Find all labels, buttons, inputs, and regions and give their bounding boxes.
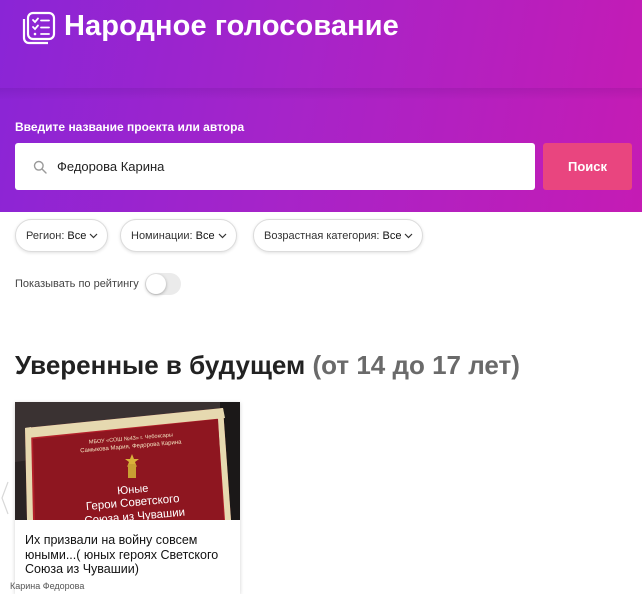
nomination-filter-label: Номинации: xyxy=(131,229,193,242)
rating-toggle-row: Показывать по рейтингу xyxy=(15,273,181,295)
search-input[interactable] xyxy=(57,151,517,182)
project-thumbnail[interactable]: МБОУ «СОШ №43» г. Чебоксары Самыкова Мар… xyxy=(15,402,240,520)
nomination-filter-value: Все xyxy=(195,229,215,242)
region-filter-value: Все xyxy=(67,229,87,242)
section-title: Уверенные в будущем (от 14 до 17 лет) xyxy=(15,350,520,381)
ballot-list-icon xyxy=(22,11,56,45)
chevron-down-icon xyxy=(218,233,227,238)
toggle-knob xyxy=(145,274,166,294)
header-divider xyxy=(0,88,642,100)
chevron-down-icon xyxy=(405,233,413,238)
region-filter-label: Регион: xyxy=(26,229,65,242)
search-label: Введите название проекта или автора xyxy=(15,120,245,134)
chevron-down-icon xyxy=(89,233,98,238)
project-author: Карина Федорова xyxy=(10,581,85,591)
chevron-left-icon[interactable] xyxy=(0,478,10,518)
nomination-filter[interactable]: Номинации: Все xyxy=(120,219,237,252)
age-category-filter-label: Возрастная категория: xyxy=(264,229,380,242)
section-title-main: Уверенные в будущем xyxy=(15,350,306,380)
app-title: Народное голосование xyxy=(64,10,399,42)
region-filter[interactable]: Регион: Все xyxy=(15,219,109,252)
age-category-filter[interactable]: Возрастная категория: Все xyxy=(253,219,424,252)
project-card[interactable]: МБОУ «СОШ №43» г. Чебоксары Самыкова Мар… xyxy=(15,402,240,594)
search-button[interactable]: Поиск xyxy=(543,143,632,190)
rating-toggle-label: Показывать по рейтингу xyxy=(15,278,139,290)
section-age-range: (от 14 до 17 лет) xyxy=(312,350,520,380)
header-banner: Народное голосование Введите название пр… xyxy=(0,0,642,212)
search-box[interactable] xyxy=(15,143,535,190)
search-icon xyxy=(33,160,47,174)
rating-toggle[interactable] xyxy=(144,273,181,295)
project-title[interactable]: Их призвали на войну совсем юными...( юн… xyxy=(25,533,235,577)
age-category-filter-value: Все xyxy=(382,229,402,242)
